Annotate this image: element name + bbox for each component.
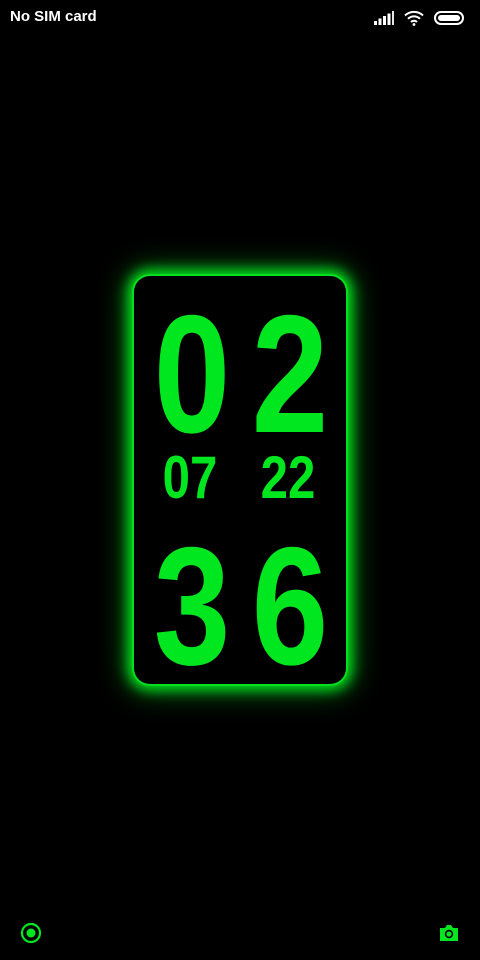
clock-widget: 0 2 07 22 3 6 [134,276,346,690]
wifi-icon [404,10,424,26]
status-bar: No SIM card [0,0,480,36]
hour-ones-digit: 2 [251,280,329,468]
camera-icon [440,925,458,941]
status-icons [374,8,466,28]
signal-icon [374,11,394,25]
target-icon [20,922,42,944]
minute-tens-digit: 3 [153,512,231,700]
carrier-label: No SIM card [10,8,97,25]
camera-button[interactable] [438,922,460,944]
hour-tens-digit: 0 [153,280,231,468]
day-label: 22 [260,444,316,511]
month-label: 07 [162,444,218,511]
target-button[interactable] [20,922,42,944]
minute-ones-digit: 6 [251,512,329,700]
battery-icon [434,11,466,25]
